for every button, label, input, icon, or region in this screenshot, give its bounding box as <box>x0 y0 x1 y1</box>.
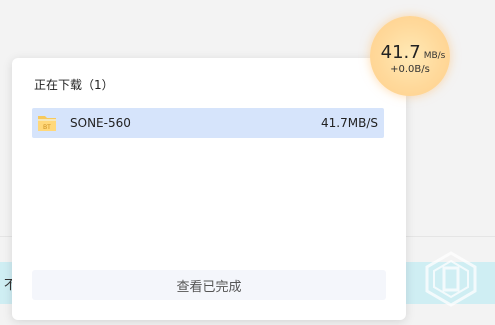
download-speed-display: 41.7 MB/s <box>378 42 448 63</box>
download-file-name: SONE-560 <box>70 116 131 130</box>
view-completed-button[interactable]: 查看已完成 <box>32 270 386 300</box>
download-speed-unit: MB/s <box>423 51 446 61</box>
upload-speed: +0.0B/s <box>390 64 430 75</box>
speed-bubble[interactable]: 41.7 MB/s +0.0B/s <box>370 16 450 96</box>
download-panel: 正在下载（1） BT SONE-560 41.7MB/S 查看已完成 <box>12 58 406 320</box>
download-speed-value: 41.7 <box>380 42 421 63</box>
bt-file-icon: BT <box>36 112 58 134</box>
panel-title: 正在下载（1） <box>34 78 114 92</box>
watermark-logo-icon <box>425 251 477 307</box>
download-speed: 41.7MB/S <box>321 116 378 130</box>
bt-icon-label: BT <box>43 125 51 131</box>
download-item[interactable]: BT SONE-560 41.7MB/S <box>32 108 384 138</box>
